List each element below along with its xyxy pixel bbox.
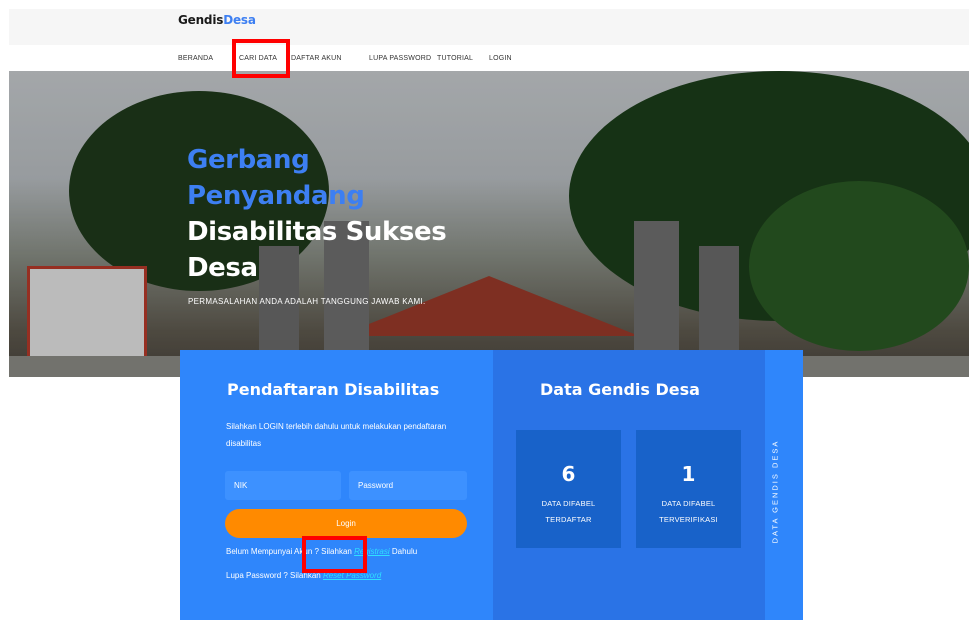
nav-item-daftar-akun[interactable]: DAFTAR AKUN — [291, 55, 369, 62]
vertical-label: DATA GENDIS DESA — [770, 439, 780, 544]
highlight-box-register — [302, 536, 367, 573]
stat-registered-value: 6 — [561, 462, 576, 486]
main-nav: BERANDA CARI DATA DAFTAR AKUN LUPA PASSW… — [178, 55, 529, 62]
hero-banner — [9, 71, 969, 377]
nik-input[interactable] — [225, 471, 341, 500]
hero-title-line-3: Disabilitas Sukses — [187, 217, 447, 247]
stat-card-verified: 1 DATA DIFABEL TERVERIFIKASI — [636, 430, 741, 548]
hero-title: Gerbang Penyandang Disabilitas Sukses De… — [187, 142, 447, 286]
registration-description: Silahkan LOGIN terlebih dahulu untuk mel… — [226, 422, 447, 448]
registration-title: Pendaftaran Disabilitas — [227, 380, 440, 399]
register-prompt-suffix: Dahulu — [389, 547, 418, 556]
brand-logo[interactable]: GendisDesa — [178, 13, 256, 27]
login-button[interactable]: Login — [225, 509, 467, 538]
hero-title-line-2: Penyandang — [187, 181, 365, 211]
stat-registered-label: DATA DIFABEL TERDAFTAR — [541, 499, 596, 524]
hero-title-line-4: Desa — [187, 253, 258, 283]
stat-card-registered: 6 DATA DIFABEL TERDAFTAR — [516, 430, 621, 548]
hero-subtitle: PERMASALAHAN ANDA ADALAH TANGGUNG JAWAB … — [188, 297, 426, 306]
stat-verified-value: 1 — [681, 462, 696, 486]
highlight-box-cari-data — [232, 39, 290, 78]
nav-item-login[interactable]: LOGIN — [489, 55, 529, 62]
brand-part2: Desa — [223, 13, 256, 27]
hero-title-line-1: Gerbang — [187, 145, 310, 175]
nav-item-tutorial[interactable]: TUTORIAL — [437, 55, 489, 62]
data-panel-title: Data Gendis Desa — [540, 380, 700, 399]
brand-part1: Gendis — [178, 13, 224, 27]
hero-overlay — [9, 71, 969, 377]
stat-verified-label: DATA DIFABEL TERVERIFIKASI — [659, 499, 718, 524]
password-input[interactable] — [349, 471, 467, 500]
nav-item-beranda[interactable]: BERANDA — [178, 55, 239, 62]
nav-item-lupa-password[interactable]: LUPA PASSWORD — [369, 55, 437, 62]
